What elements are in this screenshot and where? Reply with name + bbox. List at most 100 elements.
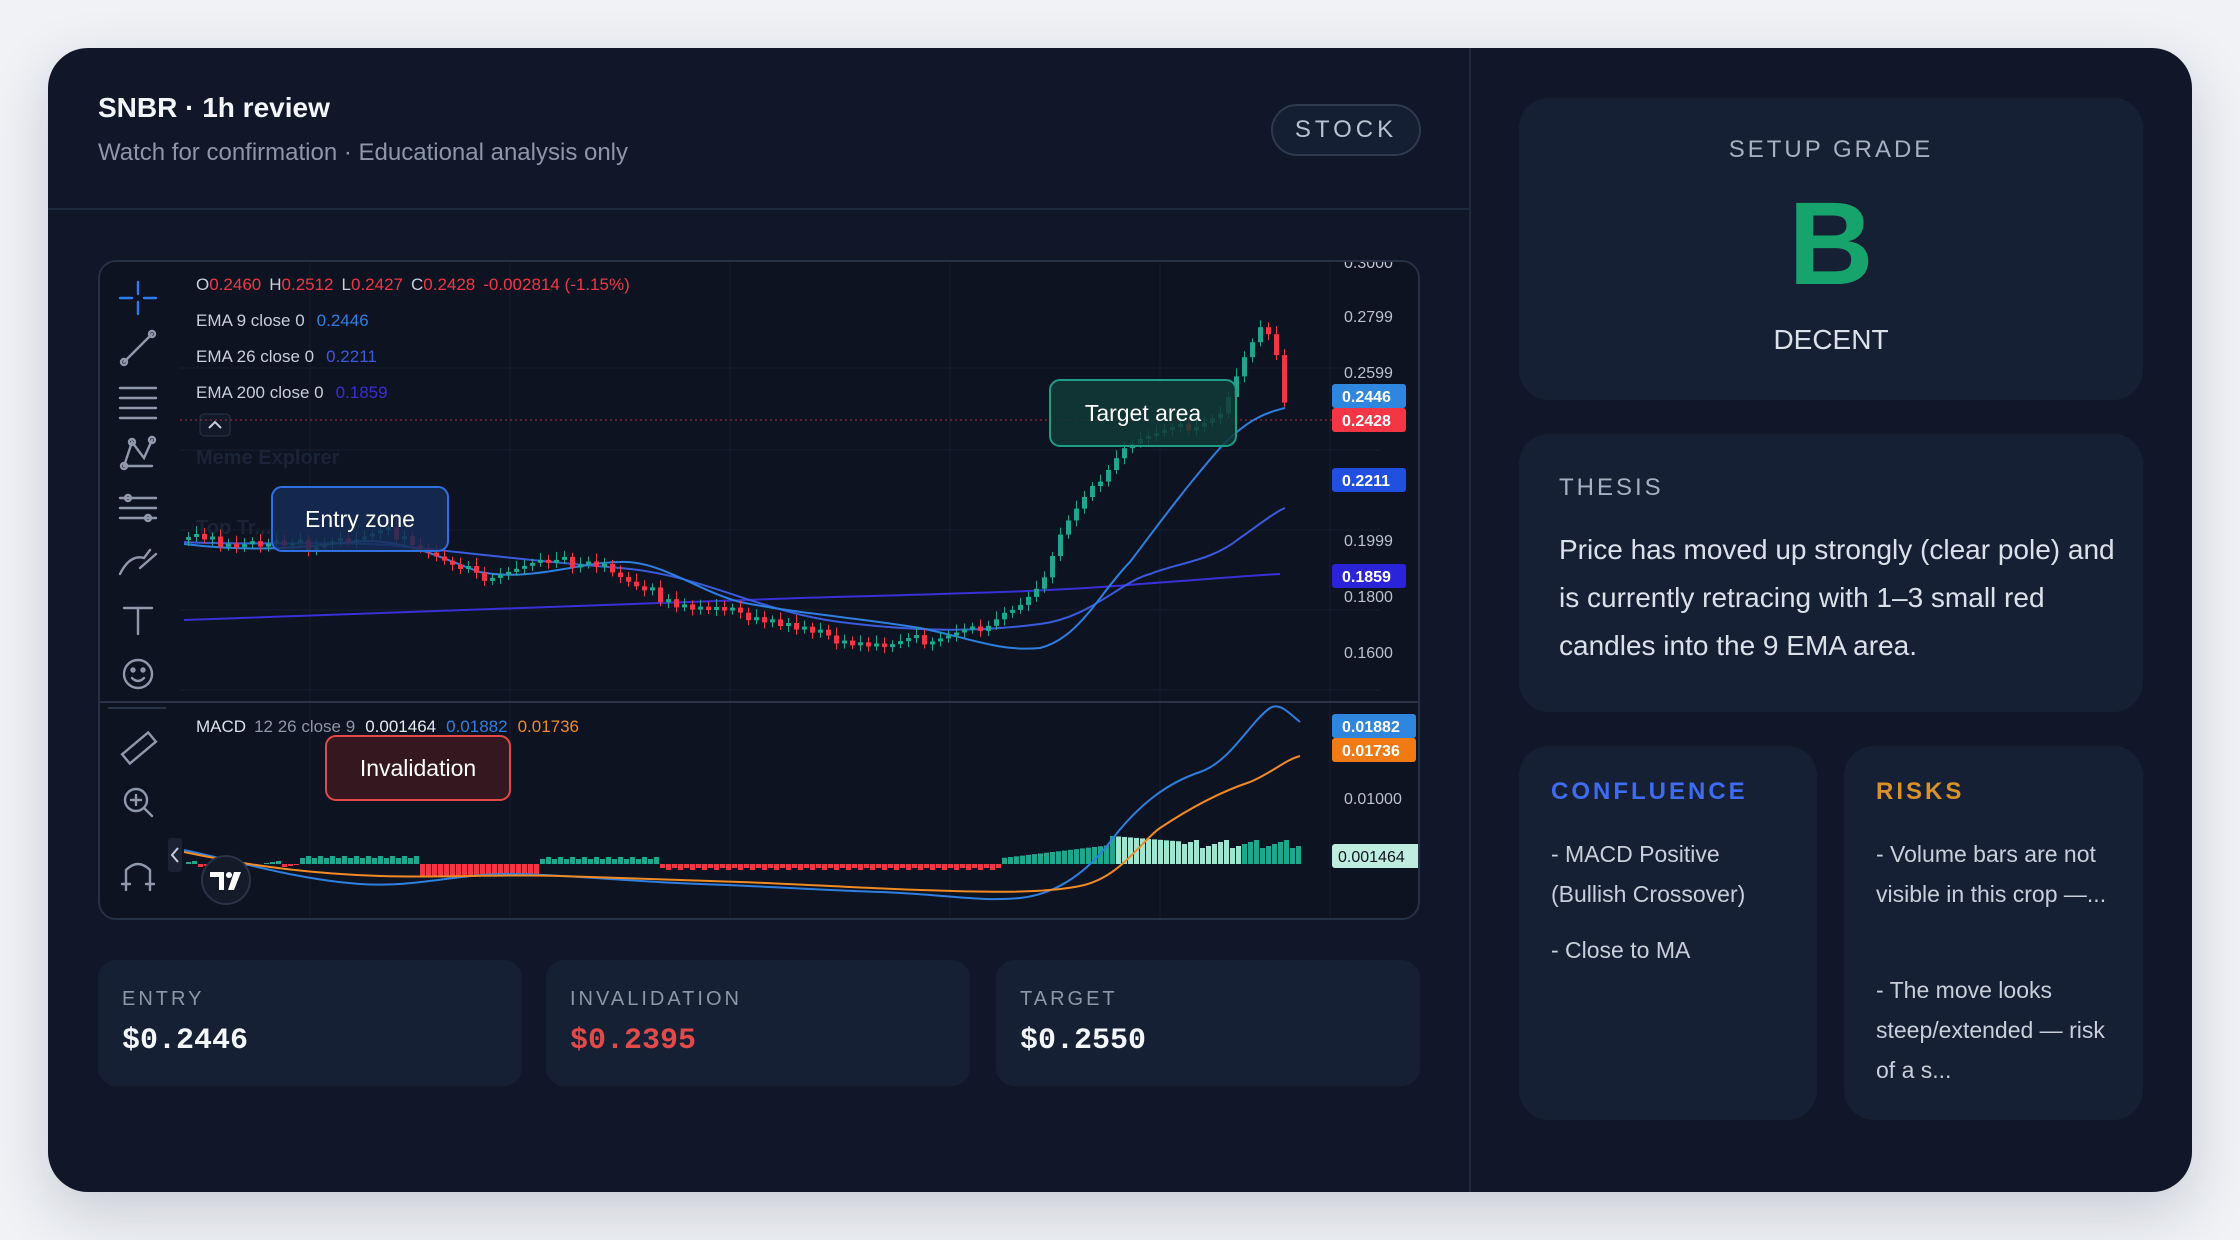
macd-bar xyxy=(852,864,857,868)
ohlc-low: 0.2427 xyxy=(351,275,403,294)
collapse-toolbar-button[interactable] xyxy=(168,838,182,872)
macd-bar xyxy=(576,859,581,864)
confluence-item: - Close to MA xyxy=(1551,937,1691,963)
ema9-price-tag: 0.2446 xyxy=(1342,389,1391,406)
pattern-icon[interactable] xyxy=(119,435,157,471)
macd-bar xyxy=(1164,840,1169,864)
macd-bar xyxy=(1002,857,1007,864)
brush-icon[interactable] xyxy=(118,548,158,576)
thesis-panel: THESIS Price has moved up strongly (clea… xyxy=(1519,434,2143,712)
invalidation-annotation[interactable]: Invalidation xyxy=(325,735,511,801)
review-header: SNBR · 1h review Watch for confirmation … xyxy=(48,48,1469,210)
macd-bar xyxy=(720,864,725,868)
macd-bar xyxy=(642,857,647,864)
ohlc-l-label: L xyxy=(342,275,351,294)
chart-section: SNBR · 1h review Watch for confirmation … xyxy=(48,48,1469,1192)
price-tick: 0.1800 xyxy=(1344,589,1393,606)
emoji-icon[interactable] xyxy=(122,658,154,690)
fib-icon[interactable] xyxy=(118,493,158,523)
candle xyxy=(610,563,615,573)
candle xyxy=(266,543,271,547)
macd-bar xyxy=(900,864,905,868)
macd-bar xyxy=(1086,847,1091,864)
macd-bar xyxy=(1050,852,1055,864)
macd-bar xyxy=(1212,844,1217,864)
ohlc-c-label: C xyxy=(411,275,423,294)
chart-screenshot[interactable]: Meme Explorer Top Tr... O0.2460 H0.2512 … xyxy=(98,260,1420,920)
ohlc-high: 0.2512 xyxy=(282,275,334,294)
macd-bar xyxy=(1200,848,1205,864)
candle xyxy=(506,571,511,575)
macd-bar xyxy=(702,864,707,870)
zoom-icon[interactable] xyxy=(123,787,154,818)
candle xyxy=(458,564,463,569)
macd-bar xyxy=(1026,854,1031,864)
candle xyxy=(562,556,567,560)
candle xyxy=(778,619,783,626)
horizontal-lines-icon[interactable] xyxy=(118,386,158,420)
collapse-legend-button[interactable] xyxy=(199,413,231,437)
macd-bar xyxy=(1290,848,1295,864)
macd-bar xyxy=(1152,839,1157,864)
ruler-icon[interactable] xyxy=(120,730,158,766)
setup-grade-panel: SETUP GRADE B DECENT xyxy=(1519,98,2143,400)
candle xyxy=(802,626,807,630)
macd-bar xyxy=(1074,849,1079,864)
macd-bar xyxy=(456,864,461,876)
target-area-annotation[interactable]: Target area xyxy=(1049,379,1237,447)
asset-type-badge: STOCK xyxy=(1271,104,1421,156)
macd-bar xyxy=(840,864,845,868)
candle xyxy=(986,625,991,631)
macd-bar xyxy=(1218,842,1223,864)
candle xyxy=(1258,327,1263,343)
page-subtitle: Watch for confirmation · Educational ana… xyxy=(98,139,629,166)
risks-panel: RISKS - Volume bars are not visible in t… xyxy=(1844,746,2143,1120)
candle xyxy=(450,560,455,565)
macd-bar xyxy=(1236,846,1241,864)
svg-text:MACD12 26 close 90.0014640.018: MACD 12 26 close 9 0.001464 0.01882 0.01736 xyxy=(196,717,579,736)
ema200-price-tag: 0.1859 xyxy=(1342,569,1391,586)
trend-line-icon[interactable] xyxy=(119,329,157,367)
candle xyxy=(554,559,559,563)
entry-zone-annotation[interactable]: Entry zone xyxy=(271,486,449,552)
macd-bar xyxy=(630,857,635,864)
text-tool-icon[interactable] xyxy=(122,606,154,636)
candle xyxy=(946,635,951,639)
macd-bar xyxy=(1176,841,1181,864)
macd-bar xyxy=(726,864,731,870)
macd-bar xyxy=(816,864,821,868)
candle xyxy=(586,561,591,565)
candle xyxy=(1266,327,1271,335)
candle xyxy=(674,599,679,608)
macd-bar xyxy=(846,864,851,870)
macd-bar xyxy=(738,864,743,870)
tradingview-logo-icon xyxy=(201,855,251,905)
candle xyxy=(434,552,439,557)
macd-bar xyxy=(1158,839,1163,864)
crosshair-icon[interactable] xyxy=(118,280,158,316)
candle xyxy=(1050,556,1055,578)
candle xyxy=(1002,612,1007,620)
candle xyxy=(594,561,599,567)
candle xyxy=(1106,470,1111,482)
candle xyxy=(858,642,863,646)
ema9-legend-label: EMA 9 close 0 xyxy=(196,311,305,330)
candle xyxy=(730,607,735,611)
faded-label-top: Top Tr... xyxy=(196,517,271,539)
candle xyxy=(1122,448,1127,459)
candle xyxy=(570,556,575,568)
macd-bar xyxy=(918,864,923,870)
ohlc-close: 0.2428 xyxy=(423,275,475,294)
candle xyxy=(850,640,855,646)
macd-bar xyxy=(756,864,761,868)
invalidation-stat-label: INVALIDATION xyxy=(570,988,742,1010)
macd-bar xyxy=(768,864,773,868)
macd-histogram xyxy=(186,836,1301,876)
macd-bar xyxy=(1248,842,1253,864)
macd-bar xyxy=(660,864,665,868)
magnet-icon[interactable] xyxy=(120,862,156,892)
candle xyxy=(794,623,799,630)
macd-bar xyxy=(300,858,305,864)
macd-bar xyxy=(342,856,347,864)
macd-bar xyxy=(708,864,713,868)
